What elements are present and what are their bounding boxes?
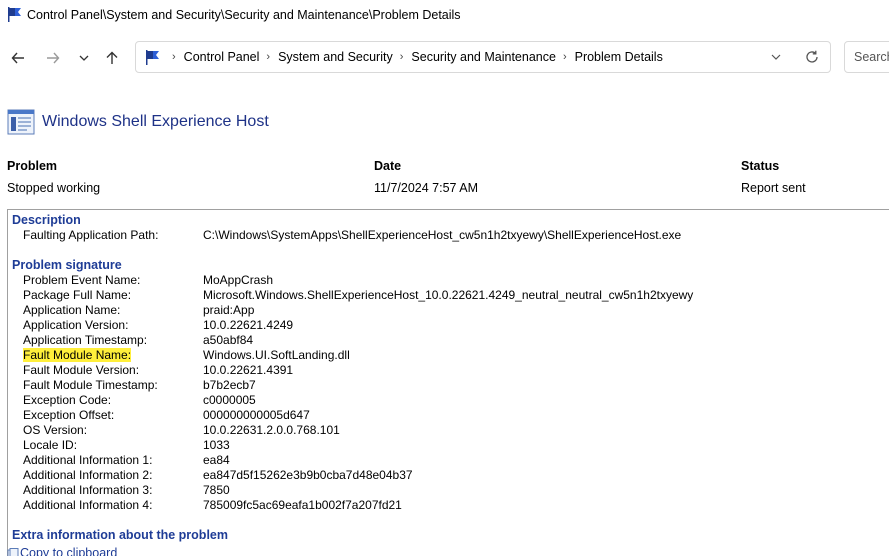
problem-column-header: Problem: [7, 159, 58, 173]
problem-details-window: Control Panel\System and Security\Securi…: [0, 0, 889, 556]
signature-row-value: Windows.UI.SoftLanding.dll: [203, 348, 350, 362]
control-panel-flag-icon: [8, 7, 21, 22]
extra-information-heading: Extra information about the problem: [12, 528, 228, 542]
faulting-path-value: C:\Windows\SystemApps\ShellExperienceHos…: [203, 228, 682, 242]
signature-row-value: 1033: [203, 438, 230, 452]
signature-row-label: Application Version:: [23, 318, 129, 332]
forward-button[interactable]: [40, 45, 66, 71]
clipboard-icon: [7, 548, 19, 556]
signature-row-label: Application Name:: [23, 303, 121, 317]
search-placeholder: Search Control Panel: [854, 50, 889, 64]
chevron-right-icon[interactable]: ›: [563, 51, 567, 63]
signature-row-value: 10.0.22631.2.0.0.768.101: [203, 423, 340, 437]
signature-row-label: Additional Information 3:: [23, 483, 153, 497]
signature-row-value: 000000000005d647: [203, 408, 310, 422]
signature-row-label: Locale ID:: [23, 438, 78, 452]
chevron-down-icon: [79, 55, 89, 61]
problem-signature-heading: Problem signature: [12, 258, 122, 272]
status-value: Report sent: [741, 181, 806, 195]
signature-row-value: MoAppCrash: [203, 273, 274, 287]
signature-row-label: Additional Information 1:: [23, 453, 153, 467]
signature-row-label: Application Timestamp:: [23, 333, 148, 347]
chevron-right-icon[interactable]: ›: [400, 51, 404, 63]
signature-row-value: a50abf84: [203, 333, 254, 347]
date-column-header: Date: [374, 159, 402, 173]
address-history-button[interactable]: [767, 48, 785, 66]
refresh-icon: [806, 50, 818, 63]
refresh-button[interactable]: [802, 47, 822, 67]
application-title: Windows Shell Experience Host: [42, 113, 269, 130]
signature-row-label: Exception Offset:: [23, 408, 115, 422]
signature-row-value: 7850: [203, 483, 230, 497]
chevron-right-icon[interactable]: ›: [266, 51, 270, 63]
application-window-icon: [7, 109, 35, 135]
recent-locations-button[interactable]: [71, 45, 97, 71]
signature-row-value: 785009fc5ac69eafa1b002f7a207fd21: [203, 498, 402, 512]
signature-row-label: Package Full Name:: [23, 288, 132, 302]
breadcrumb-control-panel[interactable]: Control Panel: [184, 50, 260, 64]
up-button[interactable]: [99, 45, 125, 71]
breadcrumb-problem-details[interactable]: Problem Details: [575, 50, 663, 64]
search-input[interactable]: Search Control Panel: [844, 41, 889, 73]
signature-row-value: ea84: [203, 453, 230, 467]
signature-row-value: b7b2ecb7: [203, 378, 256, 392]
signature-row-label: Fault Module Version:: [23, 363, 140, 377]
copy-to-clipboard-link[interactable]: Copy to clipboard: [20, 546, 117, 556]
problem-details-panel: Description Faulting Application Path: C…: [7, 209, 889, 556]
signature-row-label: Problem Event Name:: [23, 273, 141, 287]
signature-row-value: praid:App: [203, 303, 255, 317]
faulting-path-label: Faulting Application Path:: [23, 228, 159, 242]
signature-row-value: ea847d5f15262e3b9b0cba7d48e04b37: [203, 468, 413, 482]
arrow-up-icon: [106, 51, 118, 64]
signature-row-label: Fault Module Timestamp:: [23, 378, 158, 392]
signature-row-label: Additional Information 2:: [23, 468, 153, 482]
address-bar[interactable]: › Control Panel › System and Security › …: [135, 41, 831, 73]
signature-row-value: c0000005: [203, 393, 256, 407]
problem-value: Stopped working: [7, 181, 101, 195]
title-bar: Control Panel\System and Security\Securi…: [0, 0, 889, 33]
control-panel-flag-icon: [146, 50, 159, 65]
status-column-header: Status: [741, 159, 780, 173]
signature-row-label: Additional Information 4:: [23, 498, 153, 512]
breadcrumb-security-and-maintenance[interactable]: Security and Maintenance: [411, 50, 556, 64]
signature-row-value: Microsoft.Windows.ShellExperienceHost_10…: [203, 288, 694, 302]
fault-module-name-label: Fault Module Name:: [23, 348, 132, 362]
date-value: 11/7/2024 7:57 AM: [374, 181, 479, 195]
signature-row-label: Exception Code:: [23, 393, 112, 407]
window-title: Control Panel\System and Security\Securi…: [27, 8, 461, 22]
description-heading: Description: [12, 213, 81, 227]
arrow-left-icon: [11, 52, 24, 64]
chevron-right-icon[interactable]: ›: [172, 51, 176, 63]
back-button[interactable]: [5, 45, 31, 71]
signature-row-label: OS Version:: [23, 423, 88, 437]
signature-row-value: 10.0.22621.4391: [203, 363, 294, 377]
breadcrumb: › Control Panel › System and Security › …: [165, 50, 663, 64]
breadcrumb-system-and-security[interactable]: System and Security: [278, 50, 393, 64]
arrow-right-icon: [47, 52, 60, 64]
chevron-down-icon: [771, 54, 781, 60]
signature-row-value: 10.0.22621.4249: [203, 318, 294, 332]
